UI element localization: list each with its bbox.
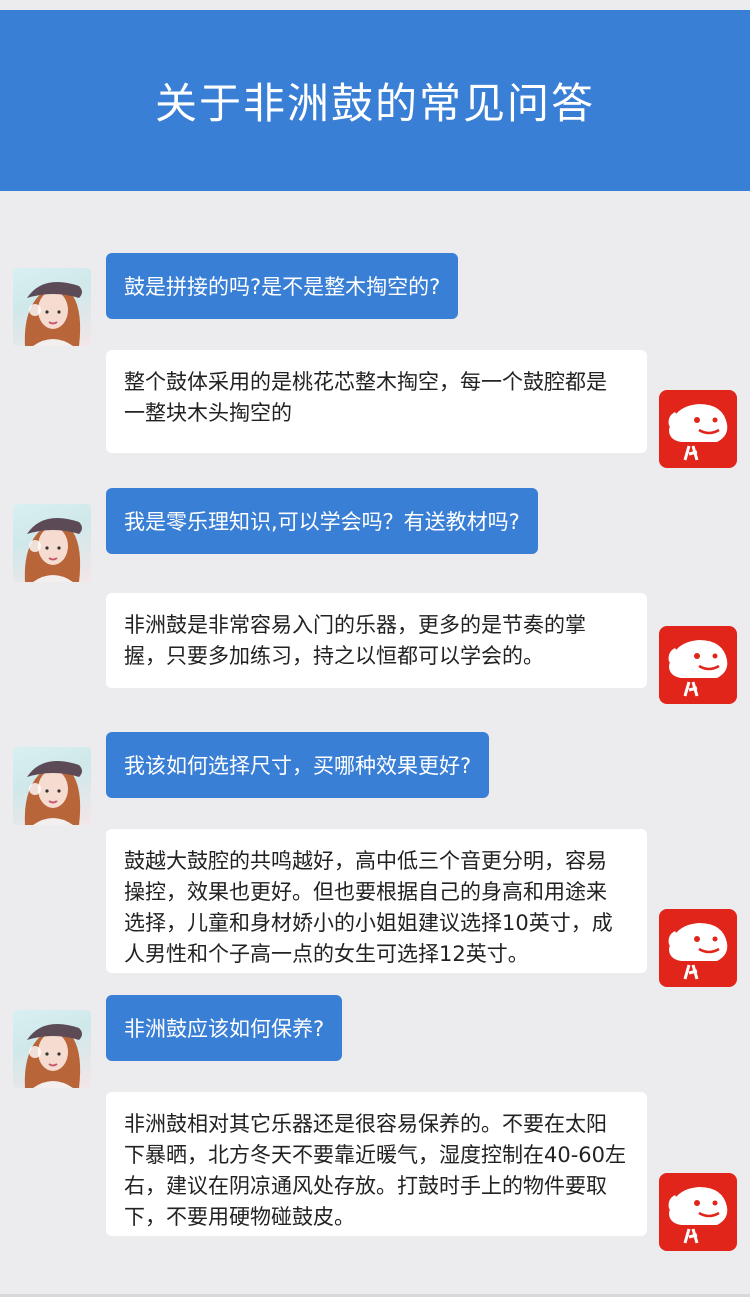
- top-strip: [0, 0, 750, 10]
- question-bubble: 非洲鼓应该如何保养?: [106, 995, 343, 1061]
- user-avatar-icon: [13, 268, 91, 346]
- jd-dog-icon: [659, 909, 737, 987]
- question-bubble: 鼓是拼接的吗?是不是整木掏空的?: [106, 253, 459, 319]
- user-avatar-icon: [13, 504, 91, 582]
- answer-bubble: 非洲鼓相对其它乐器还是很容易保养的。不要在太阳下暴晒，北方冬天不要靠近暖气，湿度…: [106, 1092, 647, 1236]
- page-header: 关于非洲鼓的常见问答: [0, 10, 750, 191]
- answer-bubble: 整个鼓体采用的是桃花芯整木掏空，每一个鼓腔都是一整块木头掏空的: [106, 350, 647, 453]
- user-avatar-icon: [13, 1010, 91, 1088]
- jd-dog-icon: [659, 626, 737, 704]
- question-bubble: 我是零乐理知识,可以学会吗？有送教材吗?: [106, 488, 538, 554]
- page-title: 关于非洲鼓的常见问答: [154, 79, 595, 128]
- jd-dog-icon: [659, 1173, 737, 1251]
- answer-bubble: 非洲鼓是非常容易入门的乐器，更多的是节奏的掌握，只要多加练习，持之以恒都可以学会…: [106, 593, 647, 688]
- jd-dog-icon: [659, 390, 737, 468]
- user-avatar-icon: [13, 747, 91, 825]
- question-bubble: 我该如何选择尺寸，买哪种效果更好?: [106, 732, 490, 798]
- answer-bubble: 鼓越大鼓腔的共鸣越好，高中低三个音更分明，容易操控，效果也更好。但也要根据自己的…: [106, 829, 647, 973]
